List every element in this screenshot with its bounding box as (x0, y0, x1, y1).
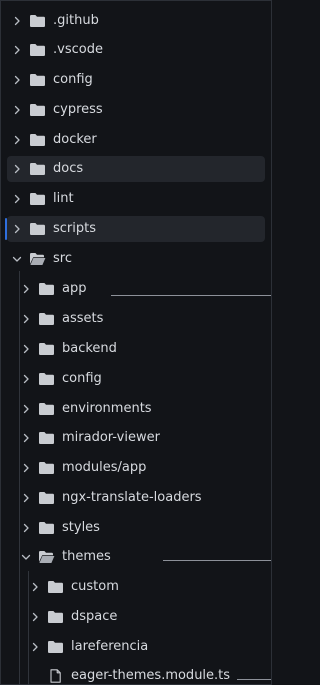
folder-item-github[interactable]: .github (7, 8, 265, 34)
folder-icon (29, 192, 46, 206)
item-label: eager-themes.module.ts (71, 668, 231, 683)
file-explorer-tree: .github .vscode config cypress docker docs lin… (0, 0, 272, 685)
chevron-right-icon (20, 462, 32, 474)
chevron-right-icon (11, 74, 23, 86)
item-label: dspace (71, 609, 118, 624)
chevron-right-icon (20, 492, 32, 504)
chevron-right-icon (11, 44, 23, 56)
item-label: themes (62, 549, 111, 564)
item-label: docker (53, 132, 97, 147)
folder-item-modules-app[interactable]: modules/app (7, 455, 265, 481)
annotation-line (237, 679, 271, 680)
folder-item-mirador-viewer[interactable]: mirador-viewer (7, 425, 265, 451)
focus-indicator (5, 218, 7, 240)
folder-icon (47, 610, 64, 624)
folder-item-lareferencia[interactable]: lareferencia (7, 634, 265, 660)
item-label: cypress (53, 102, 103, 117)
folder-item-docs[interactable]: docs (7, 156, 265, 182)
chevron-right-icon (11, 163, 23, 175)
file-icon (47, 669, 64, 683)
item-label: docs (53, 161, 84, 176)
folder-open-icon (38, 550, 55, 564)
chevron-right-icon (11, 193, 23, 205)
folder-icon (38, 491, 55, 505)
item-label: config (62, 371, 102, 386)
folder-icon (29, 73, 46, 87)
chevron-right-icon (20, 283, 32, 295)
folder-icon (38, 372, 55, 386)
item-label: .vscode (53, 42, 103, 57)
folder-item-lint[interactable]: lint (7, 186, 265, 212)
folder-icon (29, 162, 46, 176)
annotation-line (163, 560, 271, 561)
item-label: scripts (53, 221, 96, 236)
item-label: custom (71, 579, 119, 594)
chevron-right-icon (11, 223, 23, 235)
folder-icon (38, 342, 55, 356)
folder-item-docker[interactable]: docker (7, 127, 265, 153)
folder-icon (29, 43, 46, 57)
folder-icon (29, 14, 46, 28)
folder-item-ngx-translate-loaders[interactable]: ngx-translate-loaders (7, 485, 265, 511)
folder-item-src[interactable]: src (7, 246, 265, 272)
folder-item-config[interactable]: config (7, 366, 265, 392)
folder-item-environments[interactable]: environments (7, 396, 265, 422)
folder-item-styles[interactable]: styles (7, 515, 265, 541)
folder-icon (38, 282, 55, 296)
folder-item-scripts[interactable]: scripts (7, 216, 265, 242)
folder-open-icon (29, 252, 46, 266)
chevron-right-icon (29, 641, 41, 653)
file-item-eager-themes-module-ts[interactable]: eager-themes.module.ts (7, 663, 265, 685)
folder-item-custom[interactable]: custom (7, 574, 265, 600)
item-label: app (62, 281, 87, 296)
folder-item-vscode[interactable]: .vscode (7, 37, 265, 63)
folder-item-themes[interactable]: themes (7, 544, 265, 570)
item-label: styles (62, 520, 100, 535)
folder-item-cypress[interactable]: cypress (7, 97, 265, 123)
chevron-down-icon (11, 253, 23, 265)
folder-icon (29, 103, 46, 117)
folder-item-assets[interactable]: assets (7, 306, 265, 332)
folder-icon (38, 431, 55, 445)
folder-icon (47, 640, 64, 654)
item-label: assets (62, 311, 104, 326)
chevron-right-icon (20, 522, 32, 534)
chevron-right-icon (20, 373, 32, 385)
folder-icon (38, 521, 55, 535)
chevron-right-icon (11, 104, 23, 116)
folder-icon (38, 402, 55, 416)
item-label: lint (53, 191, 74, 206)
chevron-right-icon (20, 343, 32, 355)
item-label: modules/app (62, 460, 147, 475)
item-label: mirador-viewer (62, 430, 160, 445)
item-label: backend (62, 341, 117, 356)
chevron-down-icon (20, 551, 32, 563)
chevron-right-icon (29, 581, 41, 593)
folder-item-dspace[interactable]: dspace (7, 604, 265, 630)
chevron-right-icon (20, 432, 32, 444)
chevron-right-icon (20, 403, 32, 415)
folder-item-config[interactable]: config (7, 67, 265, 93)
item-label: lareferencia (71, 639, 149, 654)
annotation-line (111, 295, 271, 296)
folder-icon (38, 461, 55, 475)
item-label: .github (53, 13, 99, 28)
folder-item-app[interactable]: app (7, 276, 265, 302)
item-label: environments (62, 401, 152, 416)
folder-icon (29, 222, 46, 236)
chevron-right-icon (11, 134, 23, 146)
chevron-right-icon (20, 313, 32, 325)
chevron-right-icon (29, 611, 41, 623)
item-label: ngx-translate-loaders (62, 490, 202, 505)
item-label: src (53, 251, 72, 266)
item-label: config (53, 72, 93, 87)
folder-icon (29, 133, 46, 147)
folder-icon (47, 580, 64, 594)
folder-item-backend[interactable]: backend (7, 336, 265, 362)
chevron-right-icon (11, 15, 23, 27)
folder-icon (38, 312, 55, 326)
